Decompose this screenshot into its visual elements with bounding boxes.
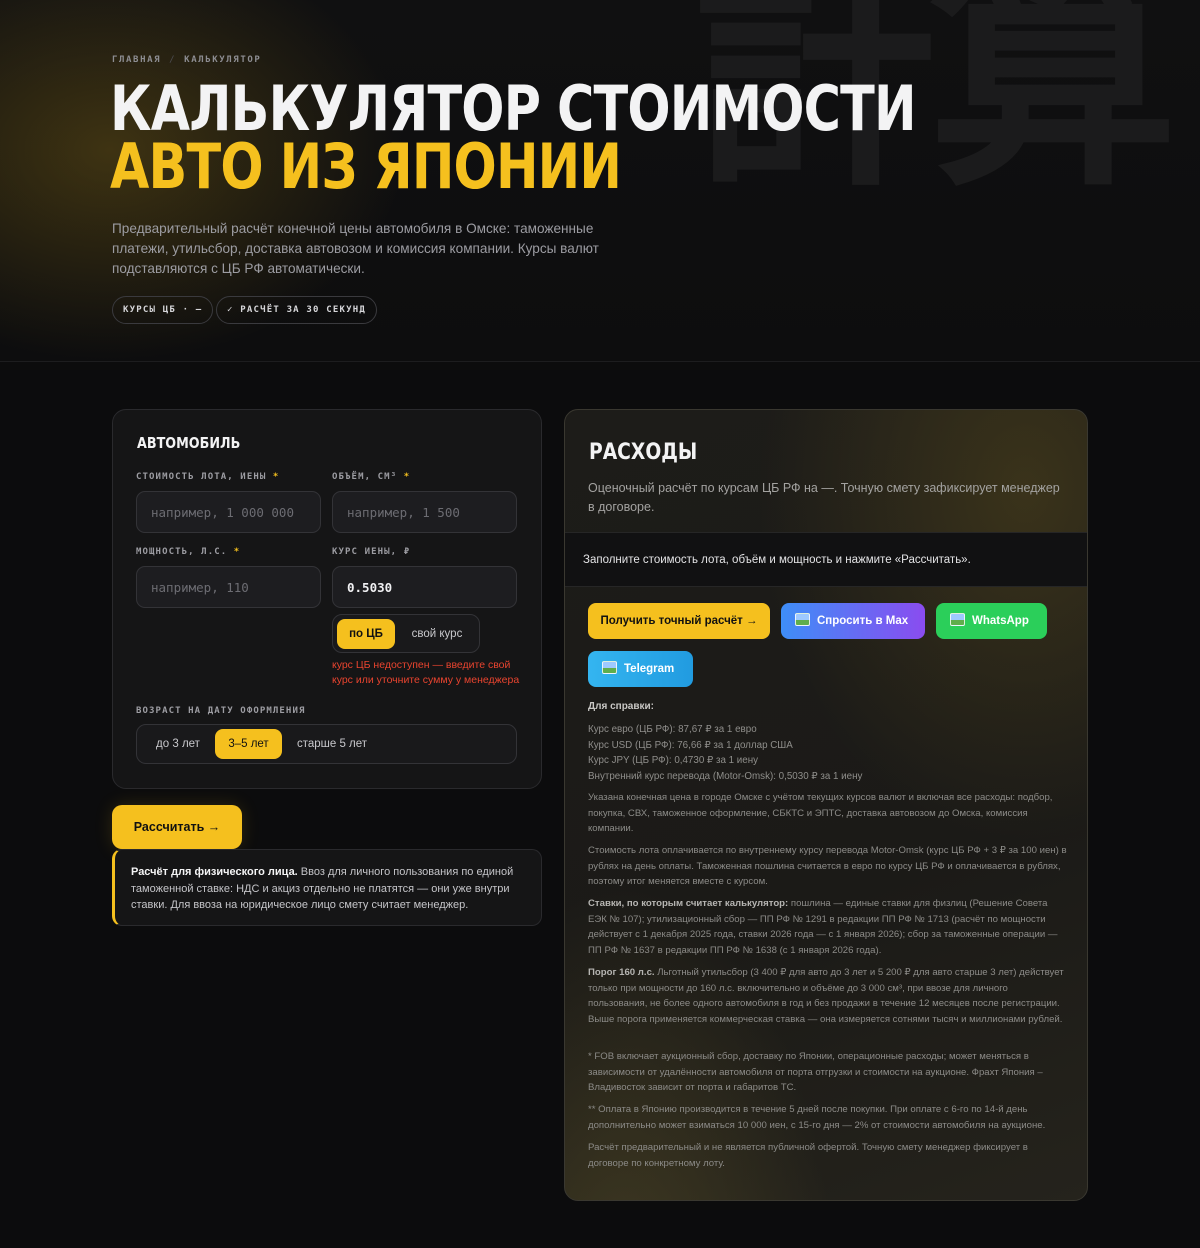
- image-icon: [950, 613, 965, 626]
- rate-usd: Курс USD (ЦБ РФ): 76,66 ₽ за 1 доллар СШ…: [588, 739, 793, 751]
- breadcrumb-current: КАЛЬКУЛЯТОР: [184, 55, 262, 65]
- age-under-3[interactable]: до 3 лет: [143, 729, 213, 759]
- image-icon: [602, 661, 617, 674]
- image-icon: [795, 613, 810, 626]
- rate-eur: Курс евро (ЦБ РФ): 87,67 ₽ за 1 евро: [588, 724, 757, 735]
- reference-rates: Курс евро (ЦБ РФ): 87,67 ₽ за 1 евро Кур…: [588, 722, 862, 784]
- breadcrumb-separator: /: [169, 55, 177, 65]
- max-button[interactable]: Спросить в Max: [781, 603, 925, 639]
- rates-basis-paragraph: Ставки, по которым считает калькулятор: …: [588, 898, 1058, 956]
- power-label: МОЩНОСТЬ, Л.С. *: [136, 547, 241, 557]
- disclaimer: Расчёт предварительный и не является пуб…: [588, 1142, 1028, 1169]
- page-title: КАЛЬКУЛЯТОР СТОИМОСТИ АВТО ИЗ ЯПОНИИ: [110, 78, 917, 203]
- exact-quote-button[interactable]: Получить точный расчёт →: [588, 603, 770, 639]
- note-bold: Расчёт для физического лица.: [131, 866, 298, 878]
- rate-mode-toggle: по ЦБ свой курс: [332, 614, 480, 653]
- yen-rate-label: КУРС ИЕНЫ, ₽: [332, 547, 411, 557]
- hero: 計算 ГЛАВНАЯ / КАЛЬКУЛЯТОР КАЛЬКУЛЯТОР СТОИМ…: [0, 0, 1200, 362]
- volume-input[interactable]: [332, 491, 517, 533]
- breadcrumb: ГЛАВНАЯ / КАЛЬКУЛЯТОР: [112, 55, 261, 65]
- expenses-card: РАСХОДЫ Оценочный расчёт по курсам ЦБ РФ…: [564, 409, 1088, 1201]
- lot-payment-paragraph: Стоимость лота оплачивается по внутренне…: [588, 845, 1067, 888]
- breadcrumb-home[interactable]: ГЛАВНАЯ: [112, 55, 161, 65]
- payment-footnote: ** Оплата в Японию производится в течени…: [588, 1104, 1046, 1131]
- lot-price-label: СТОИМОСТЬ ЛОТА, ИЕНЫ *: [136, 472, 280, 482]
- fob-footnote: * FOB включает аукционный сбор, доставку…: [588, 1051, 1043, 1094]
- car-form-title: АВТОМОБИЛЬ: [137, 434, 241, 452]
- rate-jpy: Курс JPY (ЦБ РФ): 0,4730 ₽ за 1 иену: [588, 755, 759, 766]
- lot-price-input[interactable]: [136, 491, 321, 533]
- rate-mode-custom[interactable]: свой курс: [399, 619, 475, 649]
- whatsapp-button[interactable]: WhatsApp: [936, 603, 1047, 639]
- rate-error-message: курс ЦБ недоступен — введите свой курс и…: [332, 659, 520, 686]
- age-label: ВОЗРАСТ НА ДАТУ ОФОРМЛЕНИЯ: [136, 706, 306, 716]
- cbr-rates-chip: КУРСЫ ЦБ · —: [112, 296, 214, 324]
- rate-mode-cbr[interactable]: по ЦБ: [337, 619, 395, 649]
- reference-heading: Для справки:: [588, 701, 654, 712]
- rate-internal: Внутренний курс перевода (Motor-Omsk): 0…: [588, 770, 863, 782]
- age-3-5[interactable]: 3–5 лет: [215, 729, 282, 759]
- page-title-line2: АВТО ИЗ ЯПОНИИ: [110, 130, 622, 203]
- expenses-title: РАСХОДЫ: [589, 440, 698, 465]
- speed-chip: ✓ РАСЧЁТ ЗА 30 СЕКУНД: [216, 296, 377, 324]
- calculate-button[interactable]: Рассчитать →: [112, 805, 242, 849]
- age-toggle: до 3 лет 3–5 лет старше 5 лет: [136, 724, 517, 764]
- individual-note: Расчёт для физического лица. Ввоз для ли…: [112, 849, 542, 926]
- yen-rate-input[interactable]: [332, 566, 517, 608]
- power-input[interactable]: [136, 566, 321, 608]
- age-over-5[interactable]: старше 5 лет: [287, 729, 377, 759]
- hero-lead: Предварительный расчёт конечной цены авт…: [112, 221, 599, 276]
- power-threshold-paragraph: Порог 160 л.с. Льготный утильсбор (3 400…: [588, 967, 1064, 1025]
- expenses-subtitle: Оценочный расчёт по курсам ЦБ РФ на —. Т…: [588, 481, 1060, 514]
- volume-label: ОБЪЁМ, СМ³ *: [332, 472, 411, 482]
- telegram-button[interactable]: Telegram: [588, 651, 693, 687]
- final-price-paragraph: Указана конечная цена в городе Омске с у…: [588, 792, 1053, 835]
- result-placeholder: Заполните стоимость лота, объём и мощнос…: [565, 532, 1087, 587]
